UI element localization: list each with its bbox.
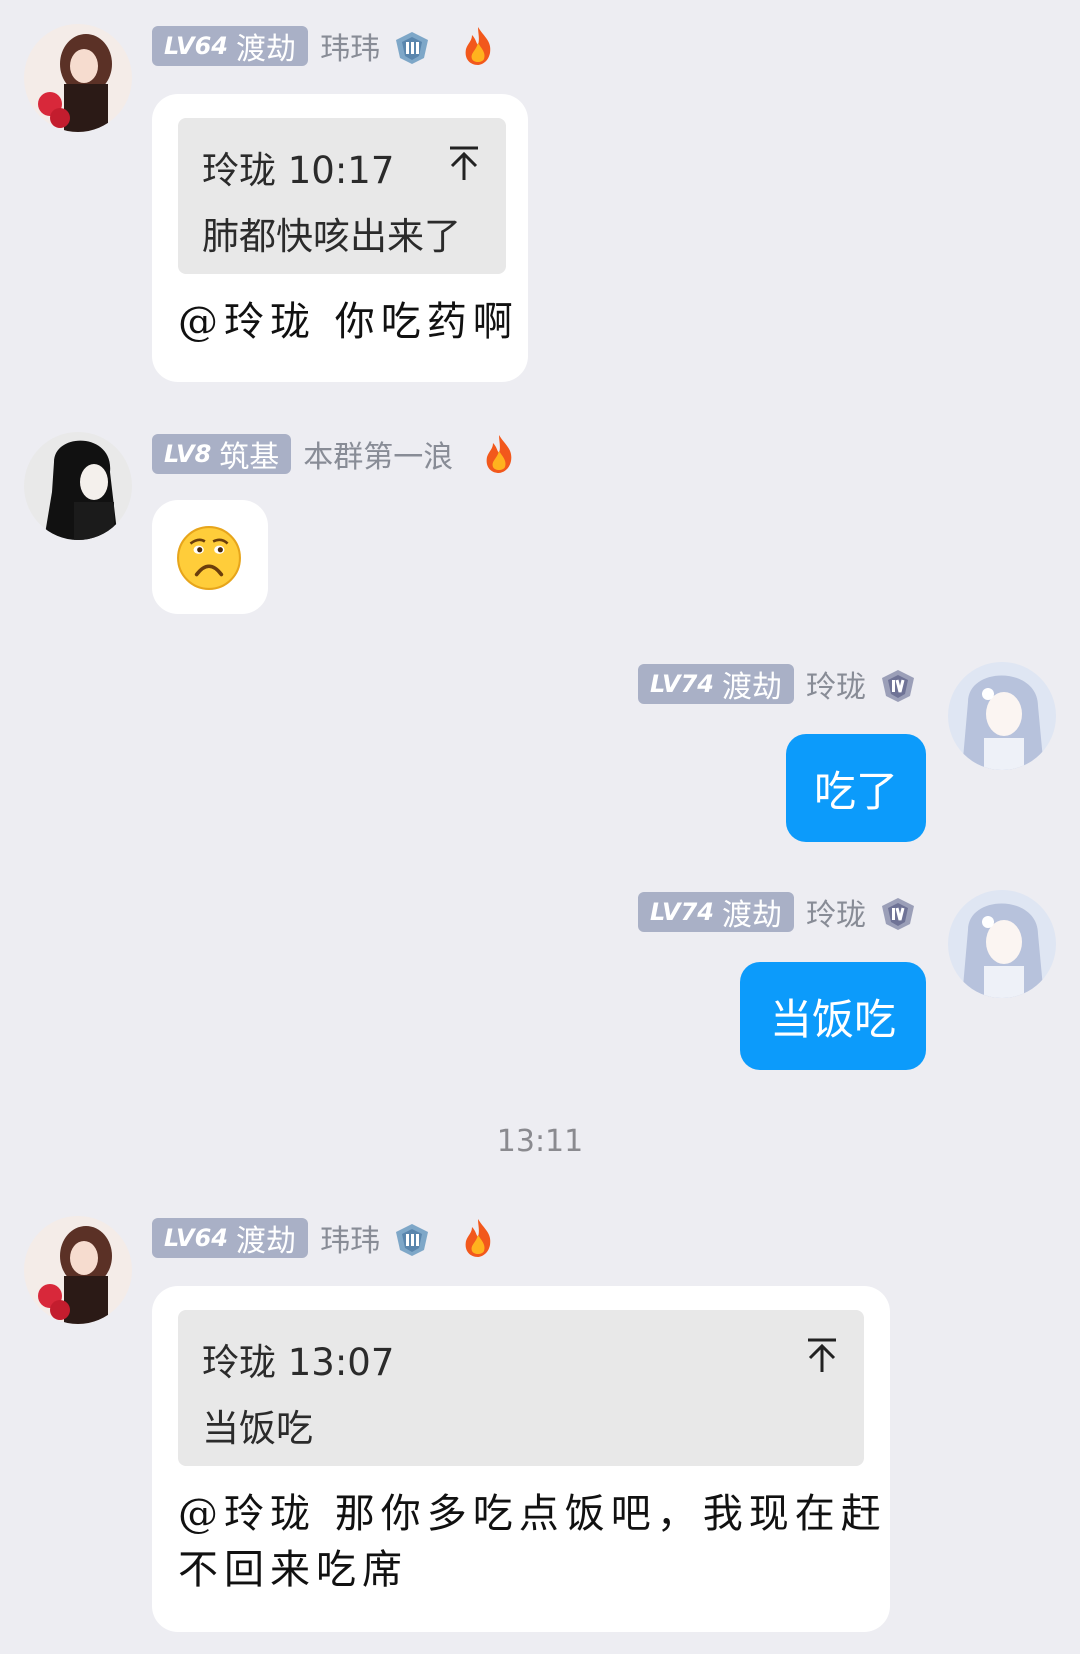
sad-face-emoji-icon — [177, 526, 241, 590]
sender-header: LV74 渡劫 玲珑 — [638, 662, 918, 706]
sender-name[interactable]: 本群第一浪 — [303, 432, 453, 476]
message-bubble[interactable]: 玲珑 13:07 当饭吃 @玲珑 那你多吃点饭吧，我现在赶 不回来吃席 — [152, 1286, 890, 1632]
avatar[interactable] — [24, 1216, 132, 1324]
level-badge: LV8 筑基 — [152, 434, 292, 475]
rank-badge-icon — [881, 670, 914, 702]
sender-header: LV64 渡劫 玮玮 — [152, 24, 496, 68]
quote-text: 当饭吃 — [202, 1407, 313, 1450]
fire-icon — [465, 1219, 491, 1257]
level-badge: LV64 渡劫 — [152, 26, 308, 67]
quoted-message[interactable]: 玲珑 10:17 肺都快咳出来了 — [178, 118, 506, 274]
message-text: 吃了 — [813, 766, 898, 816]
rank-badge-icon — [881, 898, 914, 930]
quote-text: 肺都快咳出来了 — [202, 215, 461, 258]
message-bubble[interactable]: 当饭吃 — [740, 962, 926, 1070]
level-badge: LV74 渡劫 — [638, 664, 794, 705]
sender-header: LV74 渡劫 玲珑 — [638, 890, 918, 934]
message-text: @玲珑 你吃药啊 — [178, 299, 519, 345]
rank-badge-icon — [395, 1224, 428, 1256]
quote-author-time: 玲珑 13:07 — [202, 1341, 395, 1384]
level-badge: LV74 渡劫 — [638, 892, 794, 933]
jump-to-quote-icon[interactable] — [446, 144, 482, 184]
message-text-line-2: 不回来吃席 — [178, 1547, 408, 1593]
level-badge: LV64 渡劫 — [152, 1218, 308, 1259]
sender-name[interactable]: 玮玮 — [320, 24, 380, 68]
message-text-line-1: @玲珑 那你多吃点饭吧，我现在赶 — [178, 1491, 887, 1537]
fire-icon — [465, 27, 491, 65]
sender-header: LV8 筑基 本群第一浪 — [152, 432, 517, 476]
sender-name[interactable]: 玲珑 — [806, 662, 866, 706]
time-divider: 13:11 — [496, 1124, 584, 1159]
avatar[interactable] — [24, 24, 132, 132]
fire-icon — [486, 435, 512, 473]
sender-header: LV64 渡劫 玮玮 — [152, 1216, 496, 1260]
quote-author-time: 玲珑 10:17 — [202, 149, 395, 192]
sender-name[interactable]: 玮玮 — [320, 1216, 380, 1260]
jump-to-quote-icon[interactable] — [804, 1336, 840, 1376]
rank-badge-icon — [395, 32, 428, 64]
avatar[interactable] — [24, 432, 132, 540]
message-bubble[interactable] — [152, 500, 268, 614]
avatar[interactable] — [948, 890, 1056, 998]
avatar[interactable] — [948, 662, 1056, 770]
quoted-message[interactable]: 玲珑 13:07 当饭吃 — [178, 1310, 864, 1466]
message-bubble[interactable]: 吃了 — [786, 734, 926, 842]
message-bubble[interactable]: 玲珑 10:17 肺都快咳出来了 @玲珑 你吃药啊 — [152, 94, 528, 382]
sender-name[interactable]: 玲珑 — [806, 890, 866, 934]
message-text: 当饭吃 — [769, 994, 896, 1044]
